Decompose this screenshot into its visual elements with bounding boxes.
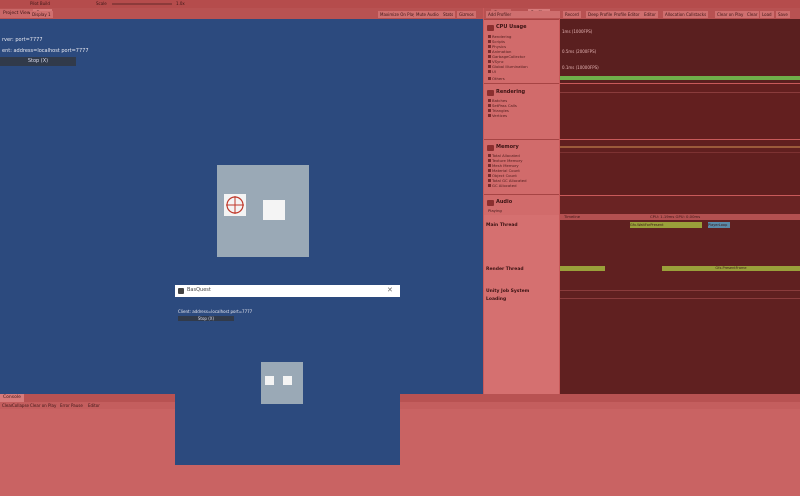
cpu-usage-graph[interactable]: 1ms (1000FPS) 0.5ms (2000FPS) 0.1ms (100… — [560, 19, 800, 83]
player-loop-bar[interactable]: PlayerLoop — [708, 222, 730, 228]
graph-line — [560, 146, 800, 148]
present-frame-bar[interactable]: Gfx.PresentFrame — [662, 266, 800, 271]
top-menu-bar: Pilot Build Scale 1.0x — [0, 0, 800, 8]
target-icon — [224, 194, 246, 216]
client-status-text: Client: address=localhost port=7777 — [178, 309, 253, 314]
rendering-module[interactable]: Rendering Batches SetPass Calls Triangle… — [484, 83, 559, 140]
deep-profile-button[interactable]: Deep Profile — [586, 11, 615, 18]
window-title: BasQuest — [187, 287, 211, 293]
app-icon — [178, 288, 184, 294]
player-block — [263, 200, 285, 220]
console-clear-button[interactable]: Clear — [2, 403, 12, 408]
maximize-on-play-button[interactable]: Maximize On Play — [378, 11, 418, 18]
client-status-text: ent: address=localhost port=7777 — [2, 48, 89, 54]
graph-scale-label: 0.1ms (10000FPS) — [562, 65, 599, 70]
display-select[interactable]: Display 1 — [30, 11, 53, 18]
console-clear-on-play-button[interactable]: Clear on Play — [30, 403, 56, 408]
stats-button[interactable]: Stats — [441, 11, 456, 18]
console-collapse-button[interactable]: Collapse — [12, 403, 29, 408]
timeline-thread-list: Main Thread Render Thread Unity Job Syst… — [484, 215, 559, 394]
cpu-icon — [487, 25, 494, 31]
gizmos-button[interactable]: Gizmos — [457, 11, 476, 18]
load-button[interactable]: Load — [760, 11, 774, 18]
legend-item[interactable]: UI — [488, 69, 496, 74]
board-tile — [283, 376, 292, 385]
stop-button[interactable]: Stop (X) — [0, 57, 76, 66]
main-thread-bar[interactable]: Gfx.WaitForPresent — [630, 222, 702, 228]
close-icon[interactable]: ✕ — [387, 286, 393, 294]
legend-item[interactable]: Global Illumination — [488, 64, 528, 69]
module-title: Rendering — [496, 89, 526, 95]
tab-console[interactable]: Console — [0, 394, 24, 402]
divider — [560, 290, 800, 291]
clear-on-play-button[interactable]: Clear on Play — [715, 11, 746, 18]
zoom-slider[interactable] — [112, 3, 172, 5]
thread-render[interactable]: Render Thread — [486, 267, 524, 272]
frame-time-label: CPU: 1.19ms GPU: 0.00ms — [650, 214, 701, 219]
timeline-ruler: Timeline CPU: 1.19ms GPU: 0.00ms — [560, 214, 800, 220]
memory-module[interactable]: Memory Total Allocated Texture Memory Me… — [484, 139, 559, 195]
thread-main[interactable]: Main Thread — [486, 223, 518, 228]
editor-dropdown[interactable]: Editor — [642, 11, 658, 18]
module-title: Audio — [496, 199, 513, 205]
console-tab-strip: Console — [0, 394, 800, 402]
timeline-view[interactable]: Timeline CPU: 1.19ms GPU: 0.00ms Gfx.Wai… — [560, 214, 800, 394]
console-panel: Console Clear Collapse Clear on Play Err… — [0, 394, 800, 496]
legend-item[interactable]: Playing — [488, 208, 502, 213]
memory-icon — [487, 145, 494, 151]
audio-module[interactable]: Audio Playing — [484, 194, 559, 215]
board-tile — [265, 376, 274, 385]
basquest-window[interactable]: BasQuest ✕ Client: address=localhost por… — [175, 285, 400, 465]
audio-graph[interactable] — [560, 196, 800, 214]
console-error-pause-button[interactable]: Error Pause — [60, 403, 83, 408]
rendering-graph[interactable] — [560, 84, 800, 139]
thread-job-system[interactable]: Unity Job System — [486, 289, 529, 294]
legend-item[interactable]: GC Allocated — [487, 183, 516, 188]
server-status-text: rver: port=7777 — [2, 37, 43, 43]
module-title: CPU Usage — [496, 24, 527, 30]
window-titlebar[interactable]: BasQuest ✕ — [175, 285, 400, 297]
legend-item[interactable]: Others — [488, 76, 505, 81]
console-toolbar: Clear Collapse Clear on Play Error Pause… — [0, 402, 800, 409]
save-button[interactable]: Save — [776, 11, 790, 18]
stop-button[interactable]: Stop (X) — [178, 316, 234, 321]
record-button[interactable]: Record — [563, 11, 581, 18]
game-board — [217, 165, 309, 257]
timeline-label: Timeline — [564, 214, 581, 219]
render-thread-bar[interactable] — [560, 266, 605, 271]
cpu-usage-line — [560, 76, 800, 80]
allocation-callstacks-button[interactable]: Allocation Callstacks — [663, 11, 709, 18]
game-board — [261, 362, 303, 404]
zoom-label: Scale — [96, 1, 107, 6]
graph-line — [560, 92, 800, 93]
add-profiler-dropdown[interactable]: Add Profiler — [486, 11, 560, 18]
rendering-icon — [487, 90, 494, 96]
graph-scale-label: 1ms (1000FPS) — [562, 29, 593, 34]
thread-loading[interactable]: Loading — [486, 297, 506, 302]
profiler-modules-panel: CPU Usage Rendering Scripts Physics Anim… — [484, 19, 559, 394]
cpu-usage-module[interactable]: CPU Usage Rendering Scripts Physics Anim… — [484, 19, 559, 84]
graph-scale-label: 0.5ms (2000FPS) — [562, 49, 597, 54]
profile-editor-button[interactable]: Profile Editor — [612, 11, 642, 18]
mute-audio-button[interactable]: Mute Audio — [414, 11, 441, 18]
legend-item[interactable]: Vertices — [487, 113, 507, 118]
zoom-value: 1.0x — [176, 1, 185, 6]
console-editor-dropdown[interactable]: Editor — [88, 403, 100, 408]
menu-item[interactable]: Pilot Build — [30, 1, 50, 6]
module-title: Memory — [496, 144, 519, 150]
clear-button[interactable]: Clear — [745, 11, 760, 18]
graph-line — [560, 152, 800, 153]
audio-icon — [487, 200, 494, 206]
divider — [560, 298, 800, 299]
memory-graph[interactable] — [560, 140, 800, 195]
